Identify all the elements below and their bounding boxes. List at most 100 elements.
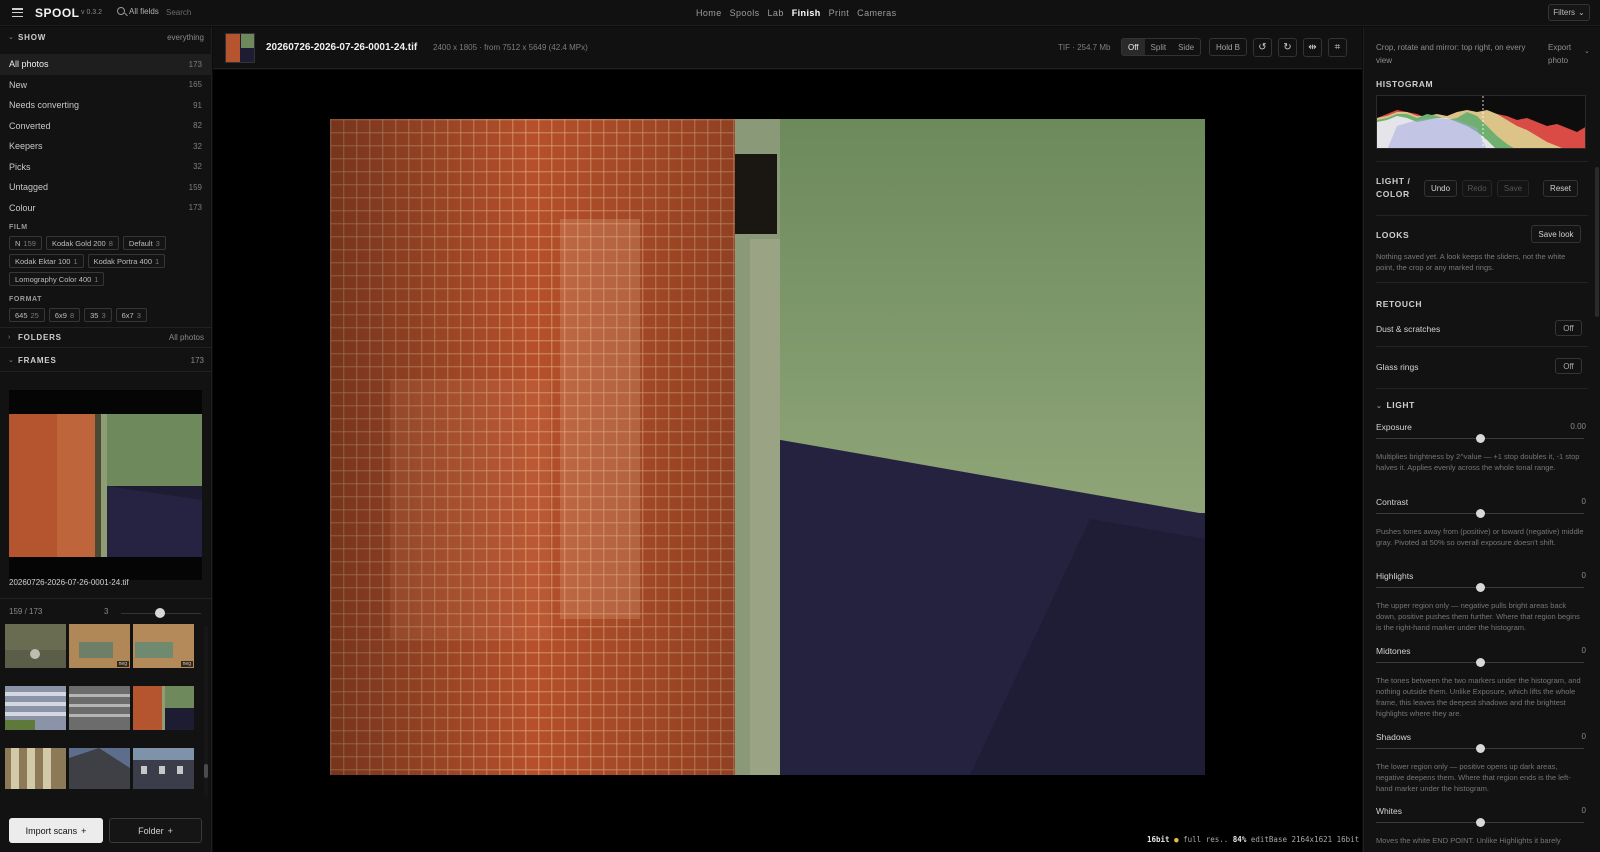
nav-print[interactable]: Print [829, 8, 850, 18]
hold-before-button[interactable]: Hold B [1209, 38, 1248, 56]
export-photo-button[interactable]: Export photo [1548, 41, 1578, 67]
looks-title: LOOKS [1376, 230, 1410, 240]
film-chip[interactable]: N 159 [9, 236, 42, 250]
dust-toggle[interactable]: Off [1555, 320, 1582, 336]
format-chip[interactable]: 6x9 8 [48, 308, 81, 322]
slider-knob[interactable] [1475, 657, 1485, 667]
format-chip[interactable]: 6x7 3 [115, 308, 147, 322]
thumbnail[interactable] [69, 686, 130, 730]
show-item-all-photos[interactable]: All photos 173 [0, 54, 212, 75]
format-chip[interactable]: 35 3 [84, 308, 112, 322]
slider-value[interactable]: 0.00 [1570, 422, 1586, 431]
slider-knob[interactable] [1475, 433, 1485, 443]
thumbnail[interactable] [5, 748, 66, 789]
show-item-converted[interactable]: Converted 82 [0, 116, 212, 137]
frame-preview[interactable] [9, 390, 202, 580]
chip-count: 8 [108, 238, 113, 248]
redo-button[interactable]: Redo [1462, 180, 1492, 197]
slider-knob[interactable] [1475, 743, 1485, 753]
slider-value[interactable]: 0 [1582, 732, 1586, 741]
thumbnail[interactable] [5, 624, 66, 668]
divider [1376, 282, 1588, 283]
format-chip[interactable]: 645 25 [9, 308, 45, 322]
film-chip[interactable]: Default 3 [122, 236, 166, 250]
crop-icon[interactable]: ⌗ [1328, 38, 1347, 57]
right-panel: Crop, rotate and mirror: top right, on e… [1363, 27, 1600, 852]
folders-scope: All photos [168, 332, 204, 342]
search-input[interactable] [166, 5, 286, 19]
show-list: All photos 173 New 165 Needs converting 91 … [0, 54, 212, 218]
film-chips: N 159 Kodak Gold 200 8 Default 3 Kodak Ekta… [9, 236, 205, 286]
folders-section-header[interactable]: › FOLDERS All photos [0, 328, 212, 346]
thumbnail[interactable]: neg [69, 624, 130, 668]
compare-split[interactable]: Split [1145, 39, 1173, 55]
thumbnail[interactable]: neg [133, 624, 194, 668]
histogram [1376, 95, 1586, 149]
nav-home[interactable]: Home [696, 8, 722, 18]
slider-knob[interactable] [155, 608, 165, 618]
chip-count: 3 [101, 310, 106, 320]
thumbnail[interactable] [69, 748, 130, 789]
slider-knob[interactable] [1475, 817, 1485, 827]
frames-section-header[interactable]: ⌄ FRAMES 173 [0, 351, 212, 369]
histogram-title: HISTOGRAM [1376, 79, 1434, 89]
rotate-left-icon[interactable]: ↺ [1253, 38, 1272, 57]
folder-label: Folder [138, 825, 164, 836]
slider-value[interactable]: 0 [1582, 571, 1586, 580]
chevron-down-icon[interactable]: ⌄ [1584, 47, 1590, 55]
nav-lab[interactable]: Lab [768, 8, 784, 18]
filters-button[interactable]: Filters ⌄ [1548, 4, 1590, 21]
slider-value[interactable]: 0 [1582, 806, 1586, 815]
slider-knob[interactable] [1475, 582, 1485, 592]
item-label: New [9, 79, 28, 90]
chip-count: 3 [136, 310, 141, 320]
chip-count: 1 [155, 256, 160, 266]
compare-off[interactable]: Off [1122, 39, 1145, 55]
slider-value[interactable]: 0 [1582, 497, 1586, 506]
undo-button[interactable]: Undo [1424, 180, 1457, 197]
compare-side[interactable]: Side [1172, 39, 1200, 55]
slider-label: Highlights [1376, 571, 1414, 581]
light-section-header[interactable]: ⌄ LIGHT [1376, 400, 1415, 410]
show-item-untagged[interactable]: Untagged 159 [0, 177, 212, 198]
film-chip[interactable]: Lomography Color 400 1 [9, 272, 105, 286]
glass-rings-toggle[interactable]: Off [1555, 358, 1582, 374]
show-section-header[interactable]: ⌄ SHOW everything [0, 28, 212, 46]
plus-icon: + [167, 825, 173, 836]
thumbnail[interactable] [5, 686, 66, 730]
chip-count: 25 [30, 310, 39, 320]
show-item-picks[interactable]: Picks 32 [0, 157, 212, 178]
slider-knob[interactable] [1475, 508, 1485, 518]
film-chip[interactable]: Kodak Portra 400 1 [87, 254, 166, 268]
pager-columns: 3 [104, 607, 109, 616]
film-chip[interactable]: Kodak Ektar 100 1 [9, 254, 84, 268]
nav-cameras[interactable]: Cameras [857, 8, 896, 18]
show-item-needs-converting[interactable]: Needs converting 91 [0, 95, 212, 116]
item-count: 32 [193, 141, 202, 151]
thumbnail[interactable] [133, 686, 194, 730]
show-item-new[interactable]: New 165 [0, 75, 212, 96]
nav-spools[interactable]: Spools [730, 8, 760, 18]
menu-icon[interactable] [12, 7, 23, 18]
panel-scrollbar[interactable] [1595, 167, 1599, 317]
save-button[interactable]: Save [1497, 180, 1529, 197]
import-scans-button[interactable]: Import scans + [9, 818, 103, 843]
search-scope-select[interactable]: All fields [129, 7, 159, 16]
show-item-keepers[interactable]: Keepers 32 [0, 136, 212, 157]
nav-finish[interactable]: Finish [792, 8, 821, 18]
save-look-button[interactable]: Save look [1531, 225, 1581, 243]
add-folder-button[interactable]: Folder + [109, 818, 202, 843]
thumbnail[interactable] [133, 748, 194, 789]
show-item-colour[interactable]: Colour 173 [0, 198, 212, 219]
frame-filename: 20260726-2026-07-26-0001-24.tif [9, 578, 129, 587]
slider-value[interactable]: 0 [1582, 646, 1586, 655]
film-chip[interactable]: Kodak Gold 200 8 [45, 236, 119, 250]
glass-rings-label: Glass rings [1376, 362, 1419, 372]
rotate-right-icon[interactable]: ↻ [1278, 38, 1297, 57]
image-viewer[interactable] [213, 70, 1362, 852]
item-count: 32 [193, 162, 202, 172]
reset-button[interactable]: Reset [1543, 180, 1578, 197]
mirror-icon[interactable]: ⇹ [1303, 38, 1322, 57]
thumbnail-scrollbar[interactable] [204, 626, 208, 796]
search-icon [117, 7, 125, 15]
